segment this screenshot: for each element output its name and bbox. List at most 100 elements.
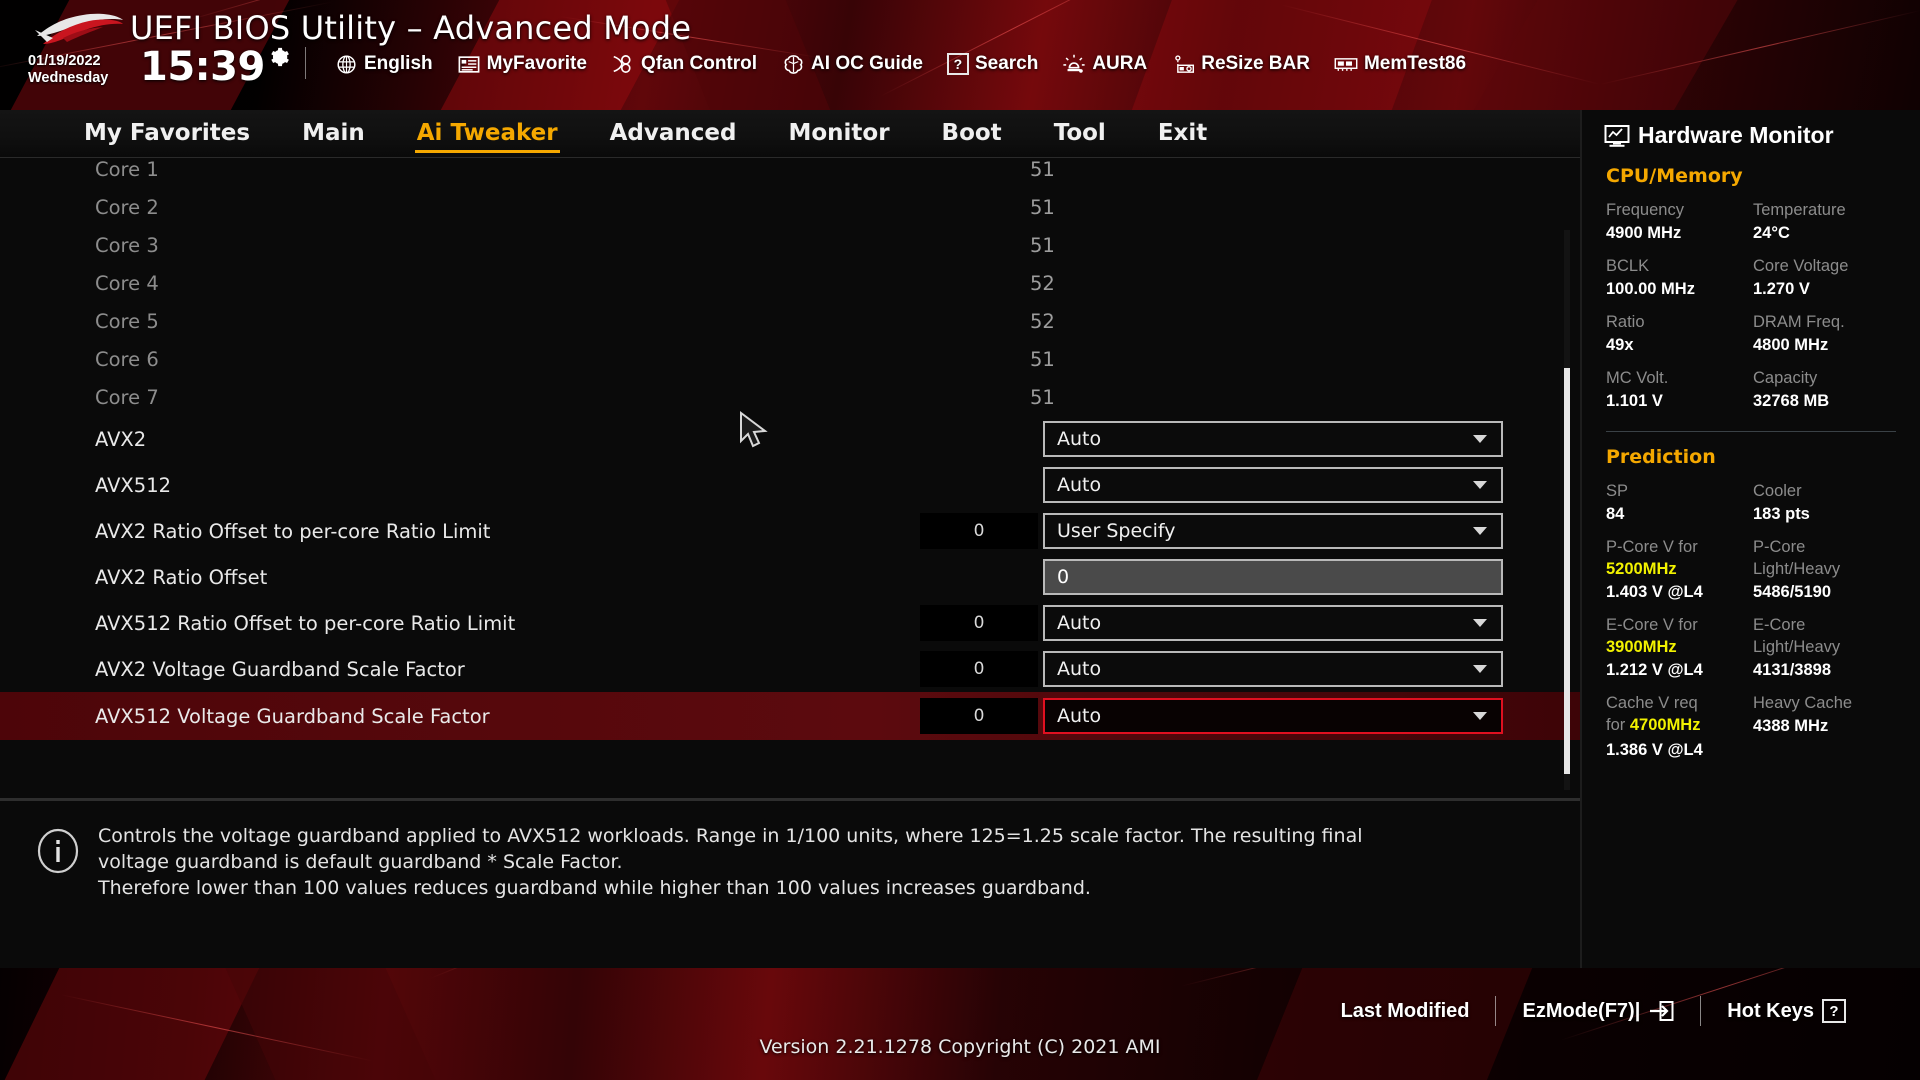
tab-boot[interactable]: Boot [916, 116, 1028, 152]
avx512-voltage-guardband-dropdown[interactable]: Auto [1043, 698, 1503, 734]
resize-bar-button[interactable]: ReSize BAR [1159, 49, 1322, 79]
tab-advanced[interactable]: Advanced [584, 116, 763, 152]
row-label: AVX2 Ratio Offset [95, 565, 268, 589]
hw-key-highlight: 4700MHz [1629, 716, 1701, 734]
aura-lighting-icon [1062, 53, 1086, 75]
globe-icon [334, 53, 358, 75]
row-label: Core 4 [95, 271, 159, 295]
memtest86-button[interactable]: MemTest86 [1322, 49, 1478, 79]
hw-key: Heavy Cache [1753, 694, 1853, 712]
tab-ai-tweaker[interactable]: Ai Tweaker [391, 116, 584, 153]
favorites-list-icon [457, 53, 481, 75]
table-row[interactable]: Core 5 52 [0, 302, 1580, 340]
hw-key-cache-line: for 4700MHz [1606, 714, 1753, 738]
table-row[interactable]: Core 1 51 [0, 158, 1580, 188]
avx512-voltage-guardband-numbox[interactable]: 0 [920, 698, 1038, 734]
dropdown-value: Auto [1057, 612, 1102, 634]
tab-exit[interactable]: Exit [1132, 116, 1233, 152]
hw-key-highlight: 3900MHz [1606, 638, 1677, 656]
bottom-banner: Last Modified EzMode(F7)| Hot Keys ? Ver… [0, 968, 1920, 1080]
row-label: AVX512 Voltage Guardband Scale Factor [95, 704, 490, 728]
avx2-ratio-offset-limit-dropdown[interactable]: User Specify [1043, 513, 1503, 549]
tab-label: Main [302, 119, 365, 146]
avx2-ratio-offset-input[interactable]: 0 [1043, 559, 1503, 595]
scrollbar-thumb[interactable] [1564, 368, 1570, 774]
avx2-voltage-guardband-numbox[interactable]: 0 [920, 651, 1038, 687]
avx2-voltage-guardband-dropdown[interactable]: Auto [1043, 651, 1503, 687]
hw-key: Light/Heavy [1753, 638, 1841, 656]
language-label: English [364, 53, 433, 74]
memtest86-label: MemTest86 [1363, 53, 1467, 74]
hw-value: 100.00 MHz [1606, 280, 1695, 298]
hw-key: SP [1606, 482, 1629, 500]
hw-value: 4800 MHz [1753, 336, 1829, 354]
tab-label: Tool [1053, 119, 1106, 146]
hw-value: 4900 MHz [1606, 224, 1682, 242]
hw-value: 1.270 V [1753, 280, 1810, 298]
language-button[interactable]: English [322, 49, 445, 79]
table-row[interactable]: Core 6 51 [0, 340, 1580, 378]
hwmon-divider [1606, 431, 1896, 432]
aura-button[interactable]: AURA [1050, 49, 1159, 79]
tab-monitor[interactable]: Monitor [762, 116, 915, 152]
scrollbar[interactable] [1564, 230, 1570, 790]
tab-label: Boot [941, 119, 1002, 146]
avx512-ratio-offset-limit-dropdown[interactable]: Auto [1043, 605, 1503, 641]
hw-key: Cache V req [1606, 694, 1698, 712]
hw-value: 49x [1606, 336, 1634, 354]
row-value: 52 [1030, 271, 1055, 295]
weekday-value: Wednesday [28, 70, 109, 86]
avx512-dropdown[interactable]: Auto [1043, 467, 1503, 503]
hw-key: P-Core [1753, 538, 1806, 556]
row-value: 51 [1030, 385, 1055, 409]
tab-tool[interactable]: Tool [1028, 116, 1132, 152]
row-label: AVX2 Ratio Offset to per-core Ratio Limi… [95, 519, 491, 543]
help-line-1: Controls the voltage guardband applied t… [98, 825, 1363, 847]
gear-icon[interactable] [268, 46, 290, 68]
row-label: Core 1 [95, 158, 159, 181]
search-button[interactable]: ? Search [935, 49, 1050, 79]
table-row-selected[interactable]: AVX512 Voltage Guardband Scale Factor 0 … [0, 692, 1580, 740]
row-label: AVX512 Ratio Offset to per-core Ratio Li… [95, 611, 516, 635]
last-modified-button[interactable]: Last Modified [1315, 1000, 1496, 1023]
row-value: 51 [1030, 347, 1055, 371]
myfavorite-button[interactable]: MyFavorite [445, 49, 599, 79]
aura-label: AURA [1092, 53, 1148, 74]
table-row[interactable]: AVX2 Auto [0, 416, 1580, 462]
hw-value: 183 pts [1753, 505, 1810, 523]
table-row[interactable]: Core 2 51 [0, 188, 1580, 226]
hwmon-section-prediction: Prediction [1606, 446, 1716, 468]
dropdown-value: User Specify [1057, 520, 1176, 542]
monitor-chart-icon [1604, 124, 1630, 147]
hw-key: Cooler [1753, 482, 1802, 500]
ezmode-button[interactable]: EzMode(F7)| [1496, 1000, 1700, 1023]
qfan-control-label: Qfan Control [640, 53, 758, 74]
brain-icon [781, 53, 805, 75]
footer-actions: Last Modified EzMode(F7)| Hot Keys ? [1315, 994, 1872, 1028]
avx2-ratio-offset-limit-numbox[interactable]: 0 [920, 513, 1038, 549]
qfan-control-button[interactable]: Qfan Control [599, 49, 769, 79]
tab-main[interactable]: Main [276, 116, 391, 152]
last-modified-label: Last Modified [1340, 999, 1470, 1022]
hw-value: 4388 MHz [1753, 717, 1829, 735]
table-row[interactable]: AVX512 Auto [0, 462, 1580, 508]
hardware-monitor-title-label: Hardware Monitor [1638, 122, 1834, 148]
hw-key: Core Voltage [1753, 257, 1849, 275]
rog-logo [35, 13, 123, 44]
table-row[interactable]: Core 4 52 [0, 264, 1580, 302]
tab-my-favorites[interactable]: My Favorites [58, 116, 276, 152]
hot-keys-button[interactable]: Hot Keys ? [1701, 999, 1872, 1023]
row-value: 51 [1030, 158, 1055, 181]
avx512-ratio-offset-limit-numbox[interactable]: 0 [920, 605, 1038, 641]
table-row[interactable]: AVX2 Voltage Guardband Scale Factor 0 Au… [0, 646, 1580, 692]
table-row[interactable]: Core 3 51 [0, 226, 1580, 264]
table-row[interactable]: AVX512 Ratio Offset to per-core Ratio Li… [0, 600, 1580, 646]
table-row[interactable]: AVX2 Ratio Offset 0 [0, 554, 1580, 600]
table-row[interactable]: AVX2 Ratio Offset to per-core Ratio Limi… [0, 508, 1580, 554]
hw-key: P-Core V for [1606, 538, 1698, 556]
avx2-dropdown[interactable]: Auto [1043, 421, 1503, 457]
hw-value: 1.212 V @L4 [1606, 661, 1703, 679]
table-row[interactable]: Core 7 51 [0, 378, 1580, 416]
tab-label: Advanced [609, 119, 737, 146]
ai-oc-guide-button[interactable]: AI OC Guide [769, 49, 935, 79]
